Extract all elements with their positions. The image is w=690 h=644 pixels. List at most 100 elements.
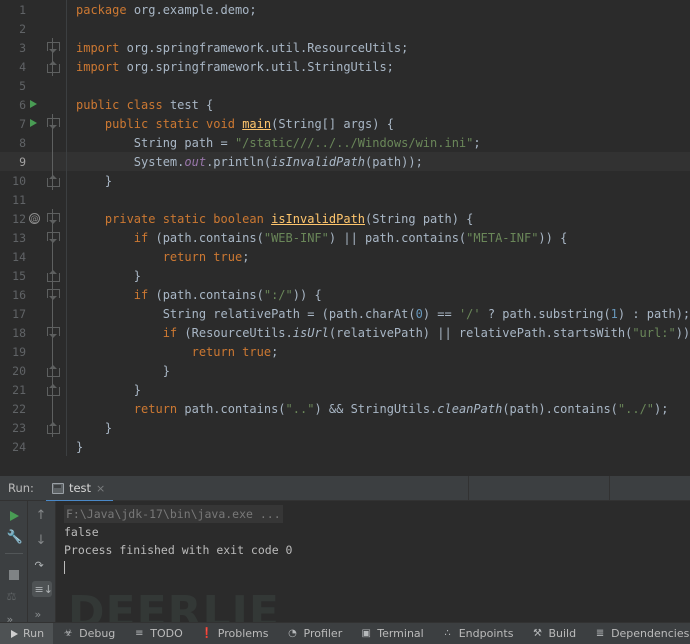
gutter-slot bbox=[26, 152, 44, 171]
fold-marker[interactable] bbox=[44, 266, 62, 285]
statusbar-item-build[interactable]: ⚒ Build bbox=[522, 623, 585, 644]
code-lines: 1 package org.example.demo; 2 3 import org.s… bbox=[0, 0, 690, 456]
code-line-22[interactable]: 22 return path.contains("..") && StringU… bbox=[0, 399, 690, 418]
rerun-settings-button[interactable]: 🔧 bbox=[4, 529, 24, 545]
fold-marker[interactable] bbox=[44, 209, 62, 228]
fold-marker[interactable] bbox=[44, 418, 62, 437]
line-number: 22 bbox=[12, 401, 26, 416]
code-line-6[interactable]: 6 public class test { bbox=[0, 95, 690, 114]
rerun-button[interactable] bbox=[4, 507, 24, 521]
code-text: if (path.contains("WEB-INF") || path.con… bbox=[133, 230, 568, 245]
code-line-12[interactable]: 12 @ private static boolean isInvalidPath… bbox=[0, 209, 690, 228]
line-number: 5 bbox=[19, 78, 26, 93]
code-text: public class test { bbox=[76, 97, 214, 112]
gutter-slot bbox=[26, 304, 44, 323]
fold-marker[interactable] bbox=[44, 285, 62, 304]
code-line-18[interactable]: 18 if (ResourceUtils.isUrl(relativePath)… bbox=[0, 323, 690, 342]
gutter-slot bbox=[26, 285, 44, 304]
code-line-3[interactable]: 3 import org.springframework.util.Resourc… bbox=[0, 38, 690, 57]
gutter-separator bbox=[62, 247, 72, 266]
gutter-slot bbox=[26, 247, 44, 266]
console-exit-line: Process finished with exit code 0 bbox=[64, 543, 293, 557]
run-gutter-icon[interactable] bbox=[26, 95, 44, 114]
statusbar-item-dependencies[interactable]: ≣ Dependencies bbox=[585, 623, 690, 644]
play-icon bbox=[11, 629, 18, 638]
run-tab-test[interactable]: test × bbox=[45, 476, 114, 502]
soft-wrap-icon: ↷ bbox=[34, 558, 44, 572]
fold-marker[interactable] bbox=[44, 38, 62, 57]
code-line-10[interactable]: 10 } bbox=[0, 171, 690, 190]
fold-line bbox=[52, 152, 53, 171]
gutter-slot bbox=[26, 190, 44, 209]
fold-marker[interactable] bbox=[44, 380, 62, 399]
annotation-gutter-icon[interactable]: @ bbox=[26, 209, 44, 228]
fold-open-icon bbox=[47, 289, 60, 300]
scroll-to-end-button[interactable]: ≡↓ bbox=[31, 581, 53, 598]
run-gutter-icon[interactable] bbox=[26, 114, 44, 133]
code-line-1[interactable]: 1 package org.example.demo; bbox=[0, 0, 690, 19]
fold-marker[interactable] bbox=[44, 114, 62, 133]
fold-marker[interactable] bbox=[44, 323, 62, 342]
code-line-4[interactable]: 4 import org.springframework.util.StringU… bbox=[0, 57, 690, 76]
gutter-slot bbox=[26, 171, 44, 190]
endpoints-icon: ∴ bbox=[444, 627, 451, 639]
code-text: } bbox=[76, 439, 84, 454]
fold-marker[interactable] bbox=[44, 361, 62, 380]
statusbar-item-debug[interactable]: ☣ Debug bbox=[53, 623, 124, 644]
fold-slot bbox=[44, 76, 62, 95]
gutter-separator bbox=[62, 228, 72, 247]
code-line-21[interactable]: 21 } bbox=[0, 380, 690, 399]
run-tool-window-body: 🔧 ⚖ » ↑ ↓ ↷ ≡↓ » F:\Java\jdk-17\bin\java… bbox=[0, 501, 690, 626]
code-line-16[interactable]: 16 if (path.contains(":/")) { bbox=[0, 285, 690, 304]
camera-icon: ⚖ bbox=[6, 590, 17, 604]
statusbar-item-endpoints[interactable]: ∴ Endpoints bbox=[433, 623, 523, 644]
code-line-7[interactable]: 7 public static void main(String[] args)… bbox=[0, 114, 690, 133]
statusbar-item-problems[interactable]: ❗ Problems bbox=[192, 623, 278, 644]
next-occurrence-button[interactable]: ↓ bbox=[32, 532, 52, 548]
fold-marker[interactable] bbox=[44, 57, 62, 76]
statusbar-item-run[interactable]: Run bbox=[0, 622, 54, 644]
fold-close-icon bbox=[47, 384, 60, 396]
close-icon[interactable]: × bbox=[96, 482, 105, 495]
code-line-9[interactable]: 9 System.out.println(isInvalidPath(path)… bbox=[0, 152, 690, 171]
code-line-13[interactable]: 13 if (path.contains("WEB-INF") || path.… bbox=[0, 228, 690, 247]
code-text: private static boolean isInvalidPath(Str… bbox=[104, 211, 474, 226]
code-line-20[interactable]: 20 } bbox=[0, 361, 690, 380]
code-line-8[interactable]: 8 String path = "/static///../../Windows… bbox=[0, 133, 690, 152]
play-icon bbox=[9, 511, 19, 521]
gutter-slot bbox=[26, 19, 44, 38]
code-line-17[interactable]: 17 String relativePath = (path.charAt(0)… bbox=[0, 304, 690, 323]
fold-marker[interactable] bbox=[44, 171, 62, 190]
code-text: import org.springframework.util.StringUt… bbox=[76, 59, 394, 74]
prev-occurrence-button[interactable]: ↑ bbox=[32, 507, 52, 523]
fold-marker[interactable] bbox=[44, 228, 62, 247]
code-text: } bbox=[104, 173, 113, 188]
code-line-24[interactable]: 24} bbox=[0, 437, 690, 456]
gutter-slot bbox=[26, 0, 44, 19]
code-editor[interactable]: 1 package org.example.demo; 2 3 import org.s… bbox=[0, 0, 690, 476]
code-line-11[interactable]: 11 bbox=[0, 190, 690, 209]
thread-dump-button[interactable]: ⚖ bbox=[4, 588, 24, 603]
statusbar-item-profiler[interactable]: ◔ Profiler bbox=[278, 623, 352, 644]
code-line-23[interactable]: 23 } bbox=[0, 418, 690, 437]
hammer-icon: ⚒ bbox=[532, 627, 542, 639]
line-number: 23 bbox=[12, 420, 26, 435]
code-text: } bbox=[162, 363, 170, 378]
console-output[interactable]: F:\Java\jdk-17\bin\java.exe ... false Pr… bbox=[56, 501, 690, 622]
statusbar-item-terminal[interactable]: ▣ Terminal bbox=[351, 623, 433, 644]
line-number: 21 bbox=[12, 382, 26, 397]
code-line-15[interactable]: 15 } bbox=[0, 266, 690, 285]
code-line-19[interactable]: 19 return true; bbox=[0, 342, 690, 361]
statusbar-item-todo[interactable]: ≡ TODO bbox=[124, 623, 192, 644]
stop-button[interactable] bbox=[4, 566, 24, 580]
code-line-2[interactable]: 2 bbox=[0, 19, 690, 38]
fold-line bbox=[52, 247, 53, 266]
code-line-5[interactable]: 5 bbox=[0, 76, 690, 95]
profiler-icon: ◔ bbox=[288, 627, 297, 639]
fold-slot bbox=[44, 133, 62, 152]
more-toolbar-button[interactable]: » bbox=[32, 606, 52, 622]
code-line-14[interactable]: 14 return true; bbox=[0, 247, 690, 266]
expand-toolbar-button[interactable]: » bbox=[4, 611, 24, 626]
soft-wrap-button[interactable]: ↷ bbox=[32, 557, 52, 573]
console-icon bbox=[51, 482, 64, 494]
